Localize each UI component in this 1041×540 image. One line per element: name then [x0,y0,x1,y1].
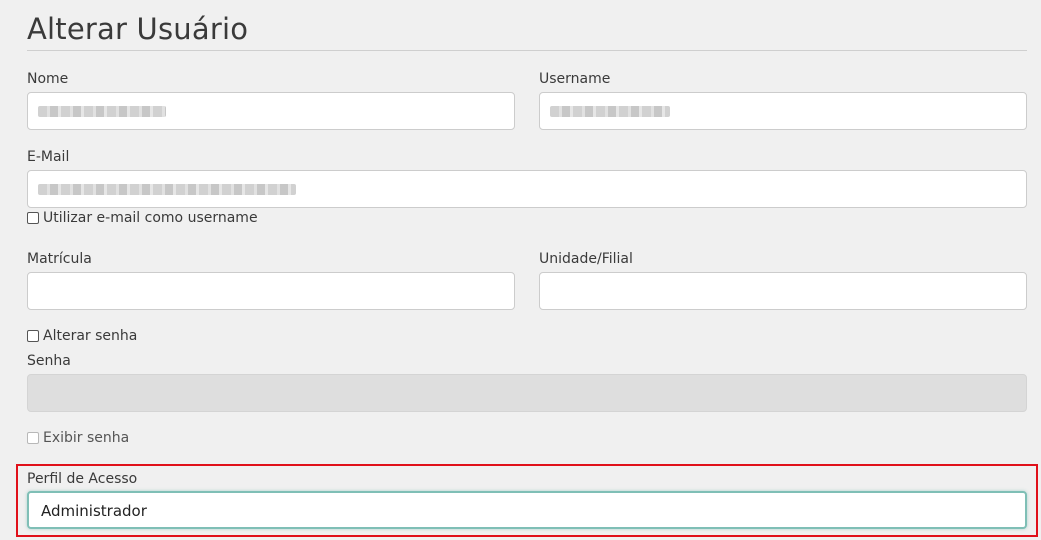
nome-input[interactable] [27,92,515,130]
username-label: Username [539,71,611,87]
senha-label: Senha [27,353,71,369]
redacted-value [38,184,296,195]
exibir-senha-option[interactable]: Exibir senha [27,430,129,446]
perfil-select[interactable]: Administrador [27,491,1027,529]
perfil-selected-value: Administrador [41,502,147,520]
matricula-input[interactable] [27,272,515,310]
matricula-label: Matrícula [27,251,92,267]
redacted-value [550,106,670,117]
use-email-username-option[interactable]: Utilizar e-mail como username [27,210,258,226]
email-label: E-Mail [27,149,70,165]
redacted-value [38,106,166,117]
page-title: Alterar Usuário [27,12,249,46]
alterar-senha-option[interactable]: Alterar senha [27,328,137,344]
senha-input[interactable] [27,374,1027,412]
alterar-senha-label: Alterar senha [43,328,138,344]
use-email-username-checkbox[interactable] [27,212,39,224]
use-email-username-label: Utilizar e-mail como username [43,210,258,226]
unidade-label: Unidade/Filial [539,251,633,267]
nome-label: Nome [27,71,69,87]
exibir-senha-checkbox[interactable] [27,432,39,444]
unidade-input[interactable] [539,272,1027,310]
alterar-senha-checkbox[interactable] [27,330,39,342]
exibir-senha-label: Exibir senha [43,430,130,446]
email-input[interactable] [27,170,1027,208]
perfil-label: Perfil de Acesso [27,471,138,487]
title-divider [27,50,1027,51]
username-input[interactable] [539,92,1027,130]
